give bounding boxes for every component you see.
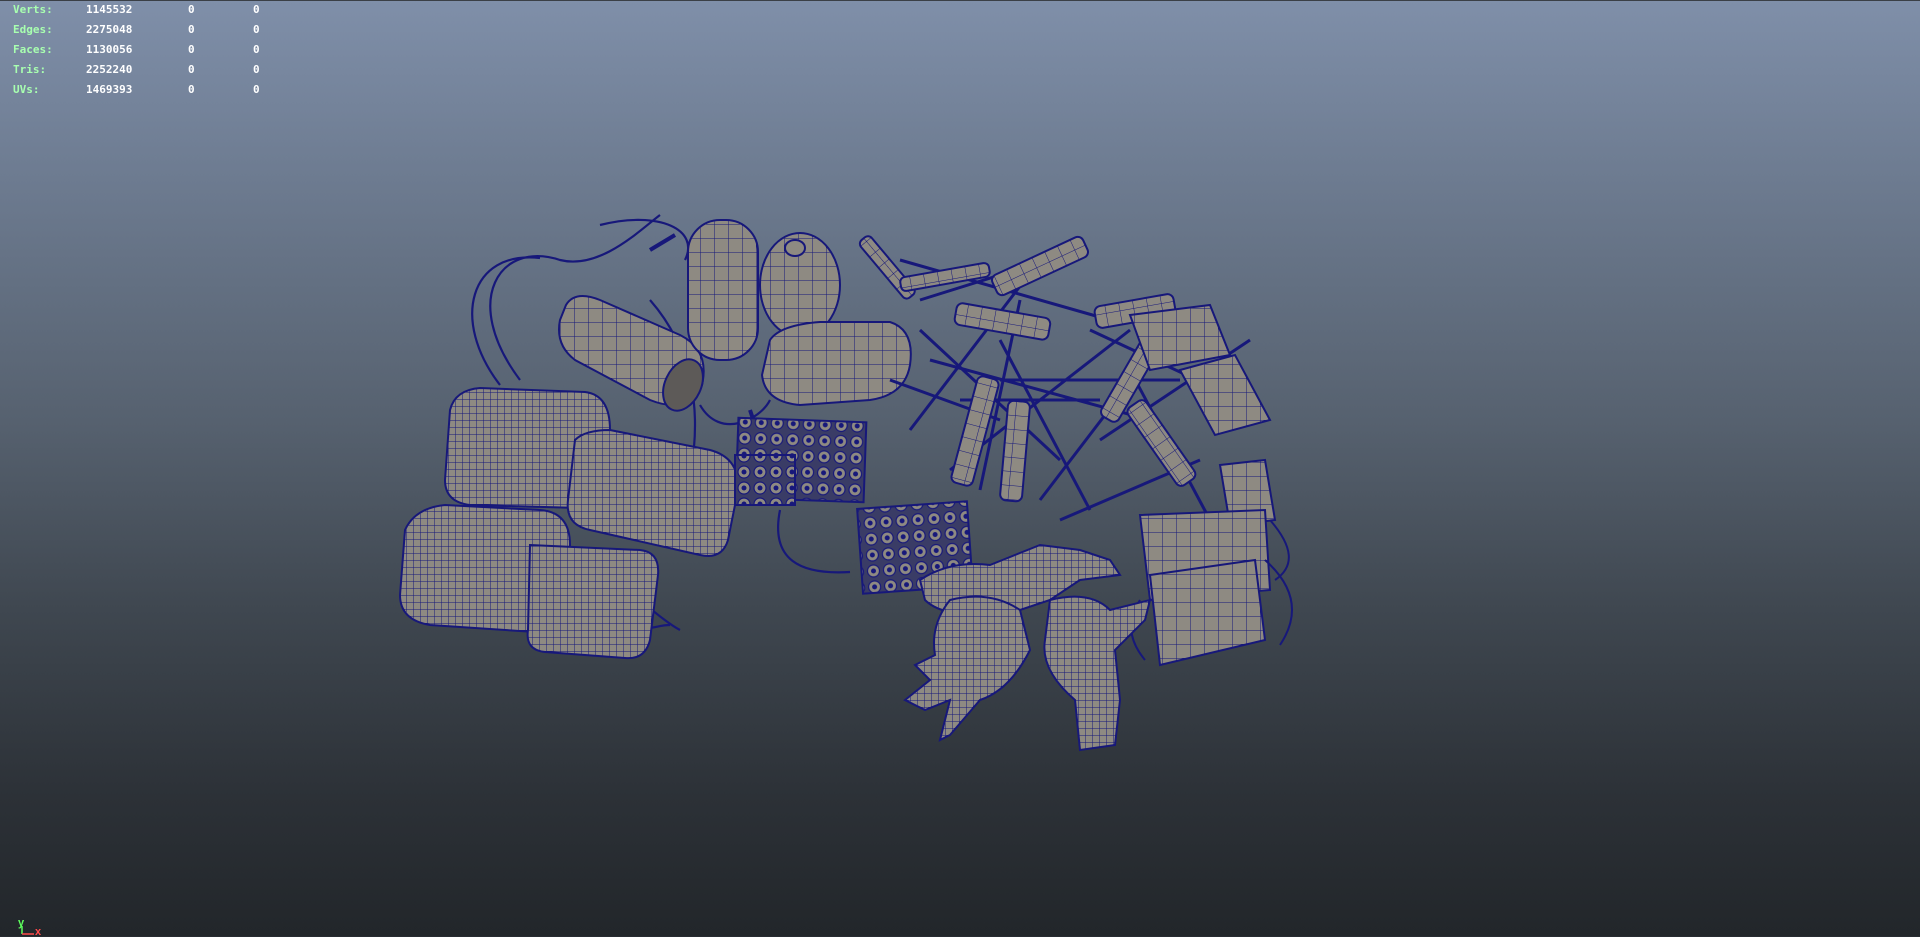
viewport-3d-scene[interactable]	[0, 0, 1920, 937]
iv-bag-icon	[398, 386, 740, 660]
face-mask-icon	[1128, 303, 1293, 667]
axis-y-label: y	[18, 917, 25, 929]
axis-x-label: x	[35, 926, 42, 937]
tablet-blister-icon	[734, 416, 974, 595]
glove-icon	[903, 543, 1152, 752]
